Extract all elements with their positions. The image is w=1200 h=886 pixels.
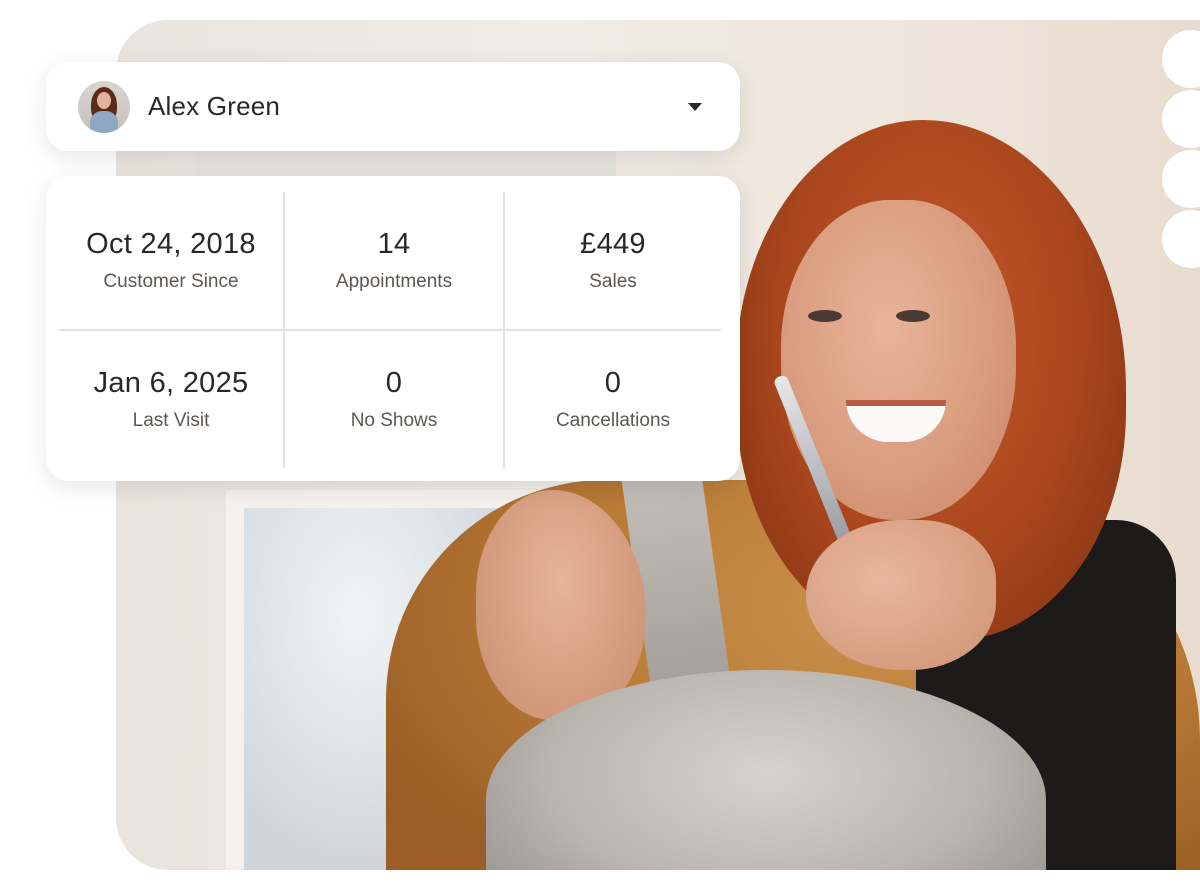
stat-cancellations: 0 Cancellations (505, 331, 721, 468)
edge-scallop (1162, 90, 1200, 148)
stat-value: 0 (604, 367, 622, 399)
stat-value: Oct 24, 2018 (86, 228, 256, 260)
stat-value: £449 (580, 228, 646, 260)
customer-name: Alex Green (148, 91, 281, 121)
stat-label: Appointments (335, 271, 453, 292)
stat-label: Cancellations (555, 410, 671, 431)
stat-appointments: 14 Appointments (285, 192, 505, 331)
stylist-right-hand (806, 520, 996, 670)
customer-profile-selector[interactable]: Alex Green (46, 62, 740, 151)
edge-scallop (1162, 30, 1200, 88)
stat-value: 0 (385, 367, 403, 399)
stat-last-visit: Jan 6, 2025 Last Visit (59, 331, 285, 468)
edge-scallop (1162, 150, 1200, 208)
stat-label: Last Visit (132, 410, 210, 431)
stat-no-shows: 0 No Shows (285, 331, 505, 468)
caret-down-icon (688, 102, 702, 111)
stat-label: Customer Since (103, 271, 239, 292)
edge-scallop (1162, 210, 1200, 268)
customer-stats-card: Oct 24, 2018 Customer Since 14 Appointme… (46, 176, 740, 481)
stylist-eye-right (896, 310, 930, 322)
stat-value: 14 (377, 228, 411, 260)
stat-sales: £449 Sales (505, 192, 721, 331)
stat-customer-since: Oct 24, 2018 Customer Since (59, 192, 285, 331)
stat-label: Sales (589, 271, 637, 292)
stat-value: Jan 6, 2025 (93, 367, 249, 399)
stat-label: No Shows (350, 410, 438, 431)
customer-dropdown-button[interactable] (678, 93, 712, 121)
avatar (78, 80, 130, 133)
stats-grid: Oct 24, 2018 Customer Since 14 Appointme… (59, 192, 721, 468)
stylist-eye-left (808, 310, 842, 322)
